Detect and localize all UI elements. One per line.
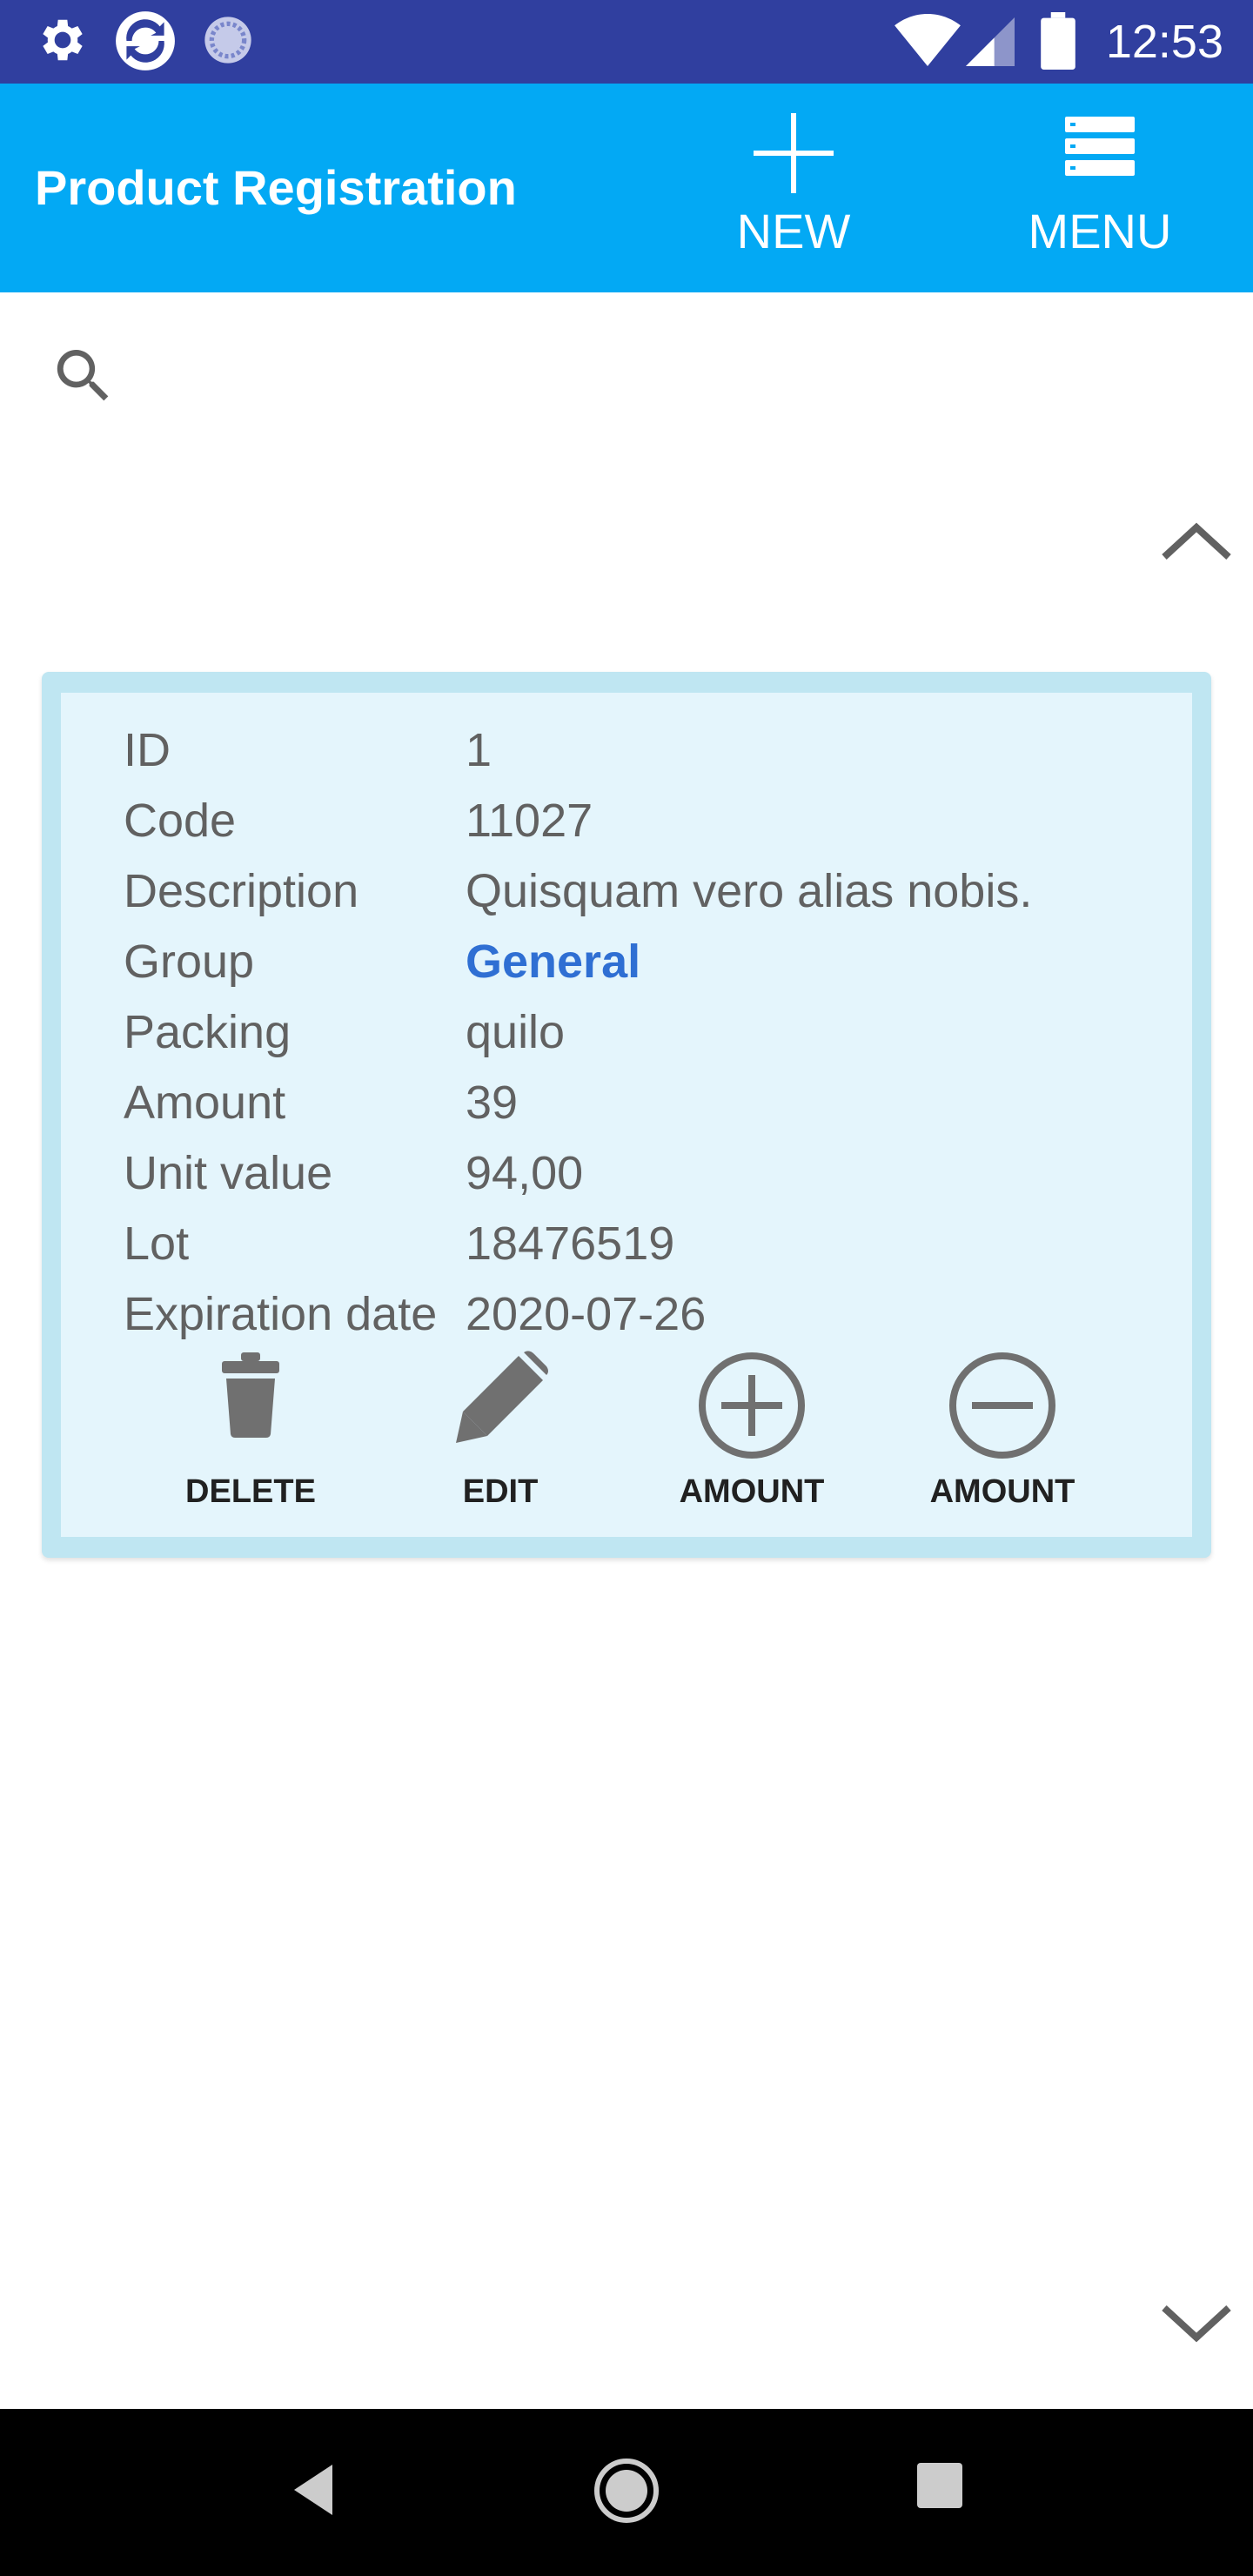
group-link[interactable]: General — [466, 927, 640, 997]
chevron-up-icon[interactable] — [1157, 513, 1236, 570]
field-lot: Lot 18476519 — [61, 1209, 1192, 1279]
field-label: Code — [124, 795, 237, 847]
page-title: Product Registration — [35, 160, 517, 215]
new-button-label: NEW — [736, 204, 851, 258]
decrease-amount-label: AMOUNT — [929, 1473, 1075, 1510]
battery-icon — [1041, 12, 1075, 74]
loading-circle-icon — [200, 12, 256, 72]
menu-button[interactable]: MENU — [995, 110, 1204, 284]
field-label: Amount — [124, 1077, 286, 1129]
home-icon[interactable] — [592, 2456, 661, 2530]
field-code: Code 11027 — [61, 786, 1192, 856]
field-value: 39 — [466, 1077, 519, 1129]
navigation-bar — [0, 2409, 1253, 2576]
delete-button-label: DELETE — [185, 1473, 316, 1510]
chevron-down-icon[interactable] — [1157, 2298, 1236, 2354]
settings-icon — [35, 12, 90, 72]
decrease-amount-button[interactable]: AMOUNT — [889, 1351, 1116, 1525]
recents-icon[interactable] — [915, 2461, 964, 2514]
field-packing: Packing quilo — [61, 997, 1192, 1068]
plus-circle-icon — [699, 1352, 805, 1459]
delete-button[interactable]: DELETE — [137, 1351, 364, 1525]
signal-icon — [966, 17, 1015, 70]
menu-list-icon — [1065, 117, 1135, 176]
plus-icon — [754, 113, 834, 193]
wifi-icon — [895, 13, 961, 70]
menu-button-label: MENU — [1028, 204, 1172, 258]
field-amount: Amount 39 — [61, 1068, 1192, 1138]
edit-button[interactable]: EDIT — [387, 1351, 613, 1525]
field-label: Description — [124, 865, 359, 917]
pencil-icon — [456, 1351, 548, 1443]
field-label: Unit value — [124, 1147, 333, 1199]
field-value: 1 — [466, 724, 492, 776]
field-id: ID 1 — [61, 715, 1192, 786]
field-value: Quisquam vero alias nobis. — [466, 865, 1033, 917]
field-value: 94,00 — [466, 1147, 584, 1199]
back-icon[interactable] — [287, 2459, 339, 2525]
clock: 12:53 — [1105, 16, 1223, 68]
edit-button-label: EDIT — [462, 1473, 539, 1510]
field-label: Packing — [124, 1006, 291, 1058]
field-value: 11027 — [466, 795, 593, 847]
field-description: Description Quisquam vero alias nobis. — [61, 856, 1192, 927]
trash-icon — [222, 1352, 279, 1438]
field-group: Group General — [61, 927, 1192, 997]
field-value: 18476519 — [466, 1218, 675, 1270]
status-bar: 12:53 — [0, 0, 1253, 84]
minus-circle-icon — [949, 1352, 1055, 1459]
field-label: Group — [124, 936, 255, 988]
product-card: ID 1 Code 11027 Description Quisquam ver… — [42, 672, 1211, 1558]
field-label: Expiration date — [124, 1288, 438, 1340]
field-value: 2020-07-26 — [466, 1288, 707, 1340]
field-label: ID — [124, 724, 171, 776]
increase-amount-button[interactable]: AMOUNT — [639, 1351, 865, 1525]
field-expiration-date: Expiration date 2020-07-26 — [61, 1279, 1192, 1350]
new-button[interactable]: NEW — [689, 110, 898, 284]
field-label: Lot — [124, 1218, 190, 1270]
field-unit-value: Unit value 94,00 — [61, 1138, 1192, 1209]
app-sync-icon — [113, 9, 178, 77]
field-value: quilo — [466, 1006, 566, 1058]
app-bar: Product Registration NEW MENU — [0, 84, 1253, 292]
product-card-body: ID 1 Code 11027 Description Quisquam ver… — [61, 693, 1192, 1537]
increase-amount-label: AMOUNT — [679, 1473, 825, 1510]
search-icon[interactable] — [49, 341, 118, 415]
